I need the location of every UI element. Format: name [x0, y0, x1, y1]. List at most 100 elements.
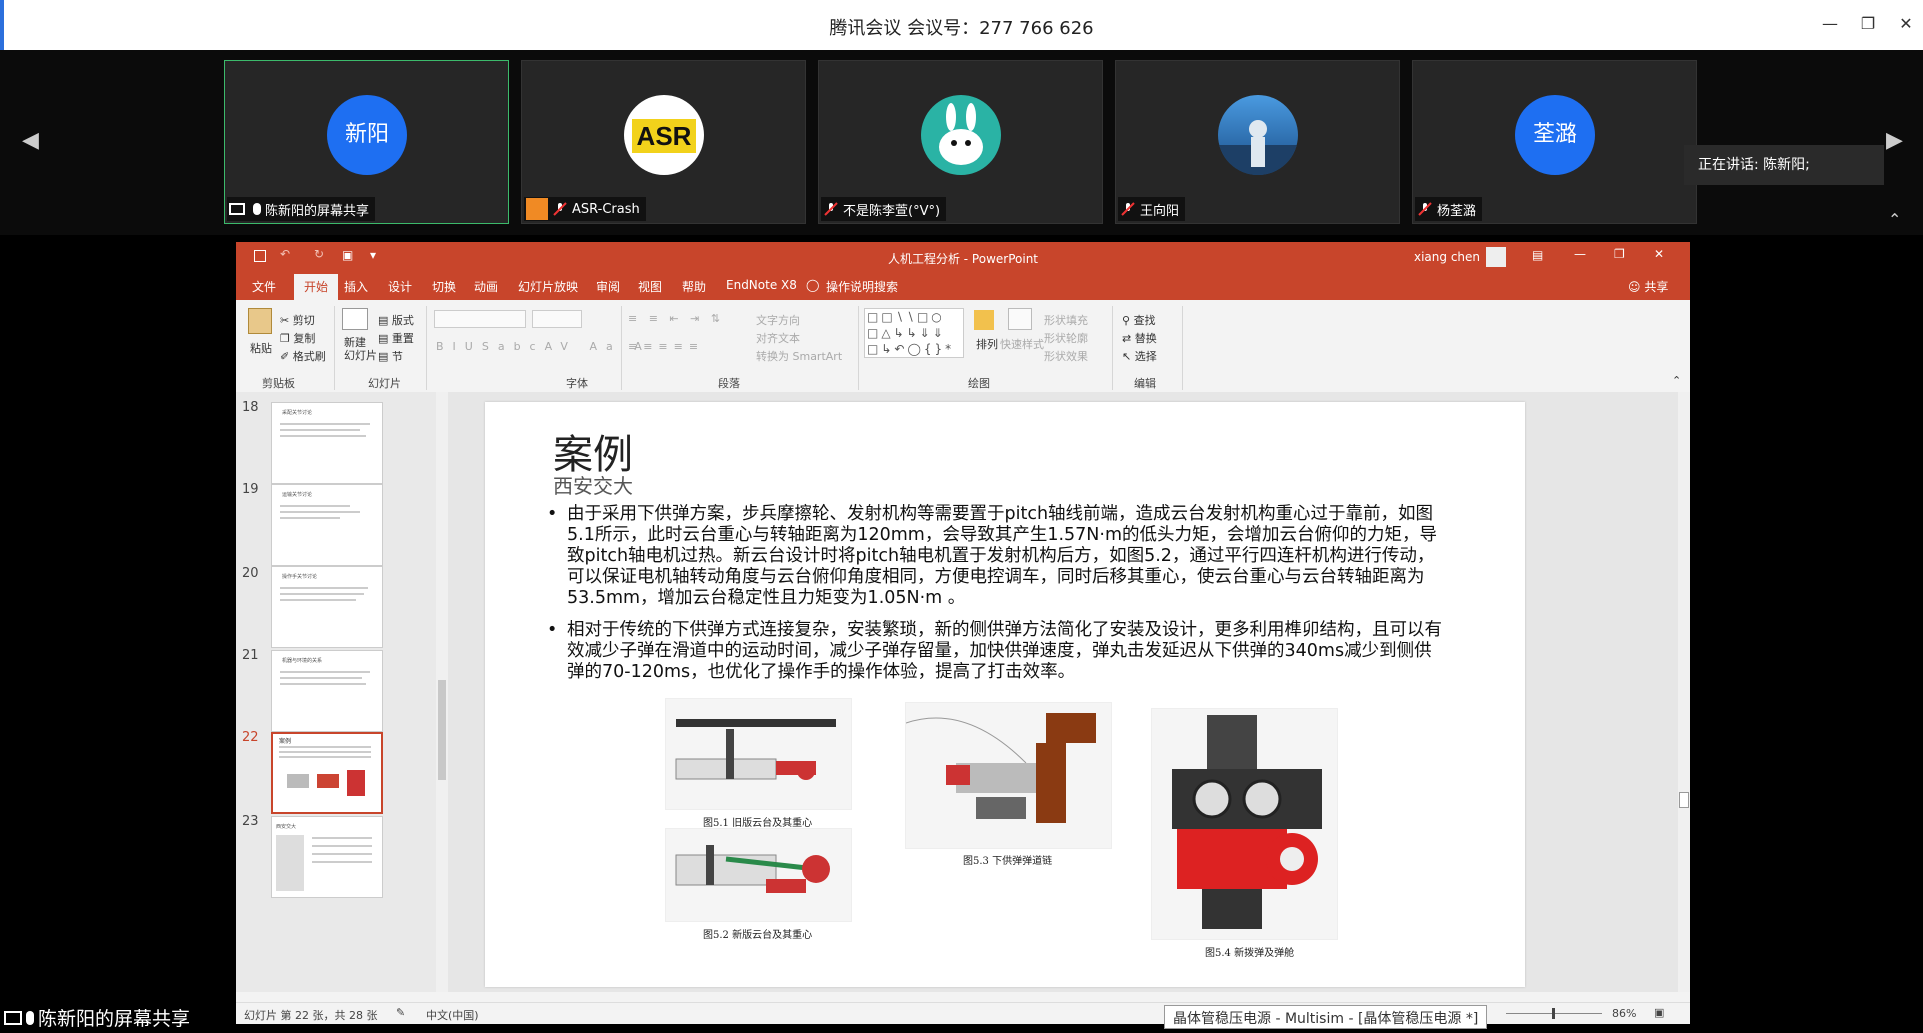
shape-fill-button[interactable]: 形状填充 — [1044, 312, 1088, 328]
align-buttons[interactable]: ≡≡≡≡≡ — [628, 340, 704, 353]
font-name-dropdown[interactable] — [434, 310, 526, 328]
new-slide-icon[interactable] — [342, 308, 368, 330]
layout-button[interactable]: ▤ 版式 — [378, 312, 414, 328]
align-text-button[interactable]: 对齐文本 — [756, 330, 800, 346]
text-direction-button[interactable]: 文字方向 — [756, 312, 800, 328]
ppt-restore-button[interactable]: ❐ — [1614, 247, 1625, 261]
collapse-chevron-icon[interactable]: ⌃ — [1888, 210, 1901, 229]
ribbon-separator — [858, 306, 859, 390]
thumbnail-scrollbar[interactable] — [436, 392, 448, 992]
tab-insert[interactable]: 插入 — [344, 278, 368, 295]
arrange-icon[interactable] — [974, 310, 994, 330]
shape-effects-button[interactable]: 形状效果 — [1044, 348, 1088, 364]
cut-button[interactable]: ✂ 剪切 — [280, 312, 315, 328]
slide-thumbnail[interactable]: 机器与环境的关系 — [271, 650, 383, 732]
figure-new-hopper[interactable] — [1151, 708, 1338, 940]
ribbon-display-icon[interactable]: ▤ — [1532, 248, 1543, 262]
slide-subtitle[interactable]: 西安交大 — [553, 470, 633, 499]
smartart-button[interactable]: 转换为 SmartArt — [756, 348, 842, 364]
tab-review[interactable]: 审阅 — [596, 278, 620, 295]
user-name[interactable]: xiang chen — [1414, 250, 1480, 264]
font-format-buttons[interactable]: BIUSabcAV Aa A — [436, 340, 651, 353]
slide-scrollbar[interactable] — [1678, 392, 1690, 992]
slide-thumbnail[interactable]: 西安交大 — [271, 816, 383, 898]
bullet-item[interactable]: • 由于采用下供弹方案，步兵摩擦轮、发射机构等需要置于pitch轴线前端，造成云台… — [547, 504, 1447, 609]
screen-share-icon — [4, 1010, 22, 1025]
tab-endnote[interactable]: EndNote X8 — [726, 278, 797, 292]
fit-slide-icon[interactable]: ▣ — [1654, 1006, 1664, 1019]
participant-tile[interactable]: 王向阳 — [1115, 60, 1400, 224]
slide-thumbnail[interactable]: 操作手关节讨论 — [271, 566, 383, 648]
copy-button[interactable]: ❐ 复制 — [280, 330, 315, 346]
tab-help[interactable]: 帮助 — [682, 278, 706, 295]
figure-feed-chain[interactable] — [905, 702, 1112, 849]
paste-icon[interactable] — [248, 308, 272, 334]
quick-styles-icon[interactable] — [1008, 308, 1032, 330]
thumb-title: 案例 — [279, 738, 292, 745]
ppt-close-button[interactable]: ✕ — [1654, 247, 1664, 261]
section-button[interactable]: ▤ 节 — [378, 348, 403, 364]
thumb-number: 18 — [242, 400, 259, 415]
tab-slideshow[interactable]: 幻灯片放映 — [518, 278, 578, 295]
section-label: 节 — [391, 350, 403, 363]
reset-button[interactable]: ▤ 重置 — [378, 330, 414, 346]
list-buttons[interactable]: ≡ ≡ ⇤ ⇥ ⇅ — [628, 312, 724, 325]
replace-label: 替换 — [1134, 332, 1157, 345]
bullet-item[interactable]: • 相对于传统的下供弹方式连接复杂，安装繁琐，新的侧供弹方法简化了安装及设计，更多… — [547, 620, 1447, 683]
tell-me-search[interactable]: 操作说明搜索 — [826, 278, 898, 295]
notes-icon[interactable]: ✎ — [396, 1006, 405, 1019]
find-button[interactable]: ⚲ 查找 — [1122, 312, 1156, 328]
collapse-ribbon-icon[interactable]: ⌃ — [1672, 374, 1681, 387]
figure-old-gimbal[interactable] — [665, 698, 852, 810]
slide-canvas[interactable]: 案例 西安交大 • 由于采用下供弹方案，步兵摩擦轮、发射机构等需要置于pitch轴… — [485, 402, 1525, 987]
slide-thumbnail[interactable]: 采配关节讨论 — [271, 402, 383, 484]
slide-thumbnail[interactable]: 运输关节讨论 — [271, 484, 383, 566]
zoom-thumb[interactable] — [1552, 1008, 1555, 1019]
font-size-dropdown[interactable] — [532, 310, 582, 328]
tab-transitions[interactable]: 切换 — [432, 278, 456, 295]
ppt-minimize-button[interactable]: — — [1574, 247, 1586, 261]
restore-button[interactable]: ❐ — [1858, 14, 1878, 34]
thumb-title: 西安交大 — [276, 824, 297, 830]
minimize-button[interactable]: — — [1820, 14, 1840, 34]
tab-design[interactable]: 设计 — [388, 278, 412, 295]
paragraph-group-label: 段落 — [718, 377, 740, 390]
user-avatar-icon[interactable] — [1486, 247, 1506, 267]
mic-off-icon — [824, 202, 838, 216]
participant-tile[interactable]: 荃潞 杨荃潞 — [1412, 60, 1697, 224]
tab-file[interactable]: 文件 — [252, 278, 276, 295]
speaking-prefix: 正在讲话: — [1698, 157, 1764, 173]
tab-home[interactable]: 开始 — [294, 274, 339, 300]
participant-tile[interactable]: 新阳 陈新阳的屏幕共享 — [224, 60, 509, 224]
participant-tile[interactable]: ASR ASR-Crash — [521, 60, 806, 224]
tab-view[interactable]: 视图 — [638, 278, 662, 295]
figure-new-gimbal[interactable] — [665, 828, 852, 922]
participant-tile[interactable]: 不是陈李萱(°V°) — [818, 60, 1103, 224]
new-slide-button[interactable]: 新建 幻灯片 — [344, 336, 377, 362]
paste-button[interactable]: 粘贴 — [250, 340, 272, 356]
share-button[interactable]: ☺ 共享 — [1628, 278, 1668, 295]
participant-name: 不是陈李萱(°V°) — [843, 203, 941, 219]
quick-styles-button[interactable]: 快速样式 — [1000, 336, 1044, 352]
speaking-indicator: 正在讲话: 陈新阳; — [1684, 145, 1884, 185]
tab-animations[interactable]: 动画 — [474, 278, 498, 295]
format-painter-button[interactable]: ✐ 格式刷 — [280, 348, 326, 364]
shapes-gallery[interactable]: □□∖∖□○ □△↳↳⇓⇓ □↳↶◯{}* — [864, 308, 964, 358]
zoom-level[interactable]: 86% — [1612, 1007, 1636, 1020]
slide-thumbnail-selected[interactable]: 案例 — [271, 732, 383, 814]
arrange-button[interactable]: 排列 — [976, 336, 998, 352]
ribbon: 粘贴 ✂ 剪切 ❐ 复制 ✐ 格式刷 剪贴板 新建 幻灯片 ▤ 版式 ▤ 重置 … — [236, 300, 1690, 393]
prev-page-arrow-icon[interactable]: ◀ — [22, 128, 39, 153]
close-button[interactable]: ✕ — [1896, 14, 1916, 34]
mic-icon — [253, 203, 261, 215]
font-group-label: 字体 — [566, 377, 588, 390]
participant-name: 王向阳 — [1140, 203, 1180, 219]
language-status[interactable]: 中文(中国) — [426, 1007, 479, 1023]
next-page-arrow-icon[interactable]: ▶ — [1886, 128, 1903, 153]
scroll-thumb[interactable] — [1679, 792, 1689, 808]
scroll-thumb[interactable] — [438, 680, 446, 780]
select-button[interactable]: ↖ 选择 — [1122, 348, 1157, 364]
bullet-dot: • — [547, 504, 558, 524]
replace-button[interactable]: ⇄ 替换 — [1122, 330, 1157, 346]
shape-outline-button[interactable]: 形状轮廓 — [1044, 330, 1088, 346]
